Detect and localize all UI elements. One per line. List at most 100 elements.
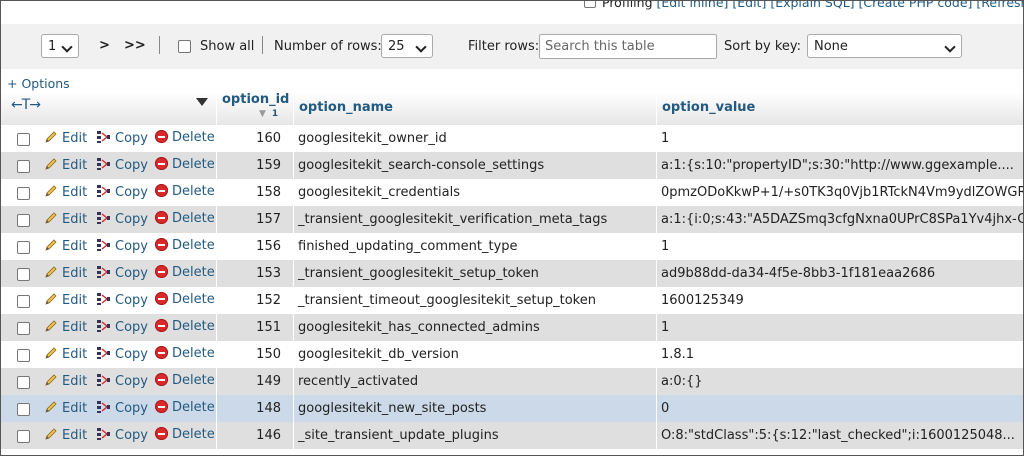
column-option-value-label[interactable]: option_value <box>662 100 755 115</box>
header-option-name[interactable]: option_name <box>293 92 657 125</box>
table-row[interactable]: Edit Copy Delete 156 finished_updating_c… <box>1 233 1023 260</box>
column-divider <box>656 368 657 395</box>
table-row[interactable]: Edit Copy Delete 153 _transient_googlesi… <box>1 260 1023 287</box>
row-delete-button[interactable]: Delete <box>155 130 215 145</box>
row-edit-label: Edit <box>62 401 88 416</box>
row-edit-button[interactable]: Edit <box>44 265 87 281</box>
row-edit-button[interactable]: Edit <box>44 184 87 200</box>
row-copy-button[interactable]: Copy <box>96 157 148 173</box>
table-row[interactable]: Edit Copy Delete 157 _transient_googlesi… <box>1 206 1023 233</box>
table-row[interactable]: Edit Copy Delete 149 recently_activated … <box>1 368 1023 395</box>
explain-sql-link[interactable]: [Explain SQL] <box>770 1 854 10</box>
row-delete-label: Delete <box>172 265 215 280</box>
profiling-checkbox[interactable] <box>584 1 596 8</box>
row-copy-label: Copy <box>115 185 148 200</box>
row-copy-button[interactable]: Copy <box>96 265 148 281</box>
row-delete-button[interactable]: Delete <box>155 238 215 253</box>
row-select-checkbox[interactable] <box>17 133 30 146</box>
table-row[interactable]: Edit Copy Delete 160 googlesitekit_owner… <box>1 125 1023 152</box>
cell-option-name: _transient_googlesitekit_setup_token <box>298 266 539 281</box>
row-copy-button[interactable]: Copy <box>96 400 148 416</box>
copy-icon <box>97 212 110 224</box>
row-select-checkbox[interactable] <box>17 268 30 281</box>
edit-inline-link[interactable]: [Edit inline] <box>657 1 729 10</box>
row-delete-button[interactable]: Delete <box>155 373 215 388</box>
row-edit-button[interactable]: Edit <box>44 130 87 146</box>
row-select-checkbox[interactable] <box>17 295 30 308</box>
row-select-checkbox[interactable] <box>17 403 30 416</box>
row-select-checkbox[interactable] <box>17 430 30 443</box>
row-select-checkbox[interactable] <box>17 160 30 173</box>
row-select-checkbox[interactable] <box>17 214 30 227</box>
row-delete-button[interactable]: Delete <box>155 400 215 415</box>
row-select-checkbox[interactable] <box>17 322 30 335</box>
row-edit-button[interactable]: Edit <box>44 211 87 227</box>
sort-by-key-select[interactable]: None <box>807 34 962 58</box>
filter-rows-input[interactable] <box>539 34 717 59</box>
column-divider <box>293 422 294 449</box>
header-option-value[interactable]: option_value <box>656 92 1023 125</box>
table-body: Edit Copy Delete 160 googlesitekit_owner… <box>1 125 1023 449</box>
column-divider <box>656 287 657 314</box>
next-page-button[interactable]: > <box>99 38 110 53</box>
row-copy-button[interactable]: Copy <box>96 373 148 389</box>
header-option-id[interactable]: option_id ▼ 1 <box>216 92 294 125</box>
row-delete-label: Delete <box>172 238 215 253</box>
row-delete-button[interactable]: Delete <box>155 157 215 172</box>
table-row[interactable]: Edit Copy Delete 152 _transient_timeout_… <box>1 287 1023 314</box>
row-edit-button[interactable]: Edit <box>44 427 87 443</box>
row-copy-button[interactable]: Copy <box>96 427 148 443</box>
create-php-code-link[interactable]: [Create PHP code] <box>859 1 973 10</box>
row-edit-button[interactable]: Edit <box>44 400 87 416</box>
page-select[interactable]: 1 <box>41 34 79 58</box>
full-texts-toggle-icon[interactable]: ←T→ <box>11 97 41 113</box>
delete-icon <box>155 211 168 224</box>
row-select-checkbox[interactable] <box>17 376 30 389</box>
row-delete-label: Delete <box>172 319 215 334</box>
cell-option-id: 160 <box>256 131 281 146</box>
last-page-button[interactable]: >> <box>124 38 146 53</box>
row-copy-button[interactable]: Copy <box>96 184 148 200</box>
table-row[interactable]: Edit Copy Delete 150 googlesitekit_db_ve… <box>1 341 1023 368</box>
row-edit-button[interactable]: Edit <box>44 238 87 254</box>
row-delete-button[interactable]: Delete <box>155 292 215 307</box>
column-divider <box>293 233 294 260</box>
row-delete-button[interactable]: Delete <box>155 211 215 226</box>
column-option-id-label[interactable]: option_id <box>222 92 289 107</box>
column-menu-triangle-icon[interactable] <box>196 98 208 106</box>
column-option-name-label[interactable]: option_name <box>299 100 393 115</box>
rows-per-page-select[interactable]: 25 <box>381 34 433 58</box>
row-delete-button[interactable]: Delete <box>155 265 215 280</box>
table-row[interactable]: Edit Copy Delete 158 googlesitekit_crede… <box>1 179 1023 206</box>
row-delete-button[interactable]: Delete <box>155 346 215 361</box>
edit-query-link[interactable]: [Edit] <box>732 1 766 10</box>
table-row[interactable]: Edit Copy Delete 146 _site_transient_upd… <box>1 422 1023 449</box>
row-select-checkbox[interactable] <box>17 349 30 362</box>
row-copy-button[interactable]: Copy <box>96 130 148 146</box>
row-select-checkbox[interactable] <box>17 187 30 200</box>
row-edit-button[interactable]: Edit <box>44 292 87 308</box>
row-delete-button[interactable]: Delete <box>155 319 215 334</box>
cell-option-name: _site_transient_update_plugins <box>298 428 499 443</box>
row-edit-button[interactable]: Edit <box>44 157 87 173</box>
table-row[interactable]: Edit Copy Delete 159 googlesitekit_searc… <box>1 152 1023 179</box>
row-copy-button[interactable]: Copy <box>96 346 148 362</box>
row-edit-button[interactable]: Edit <box>44 346 87 362</box>
show-all-checkbox[interactable] <box>178 40 191 53</box>
row-copy-button[interactable]: Copy <box>96 319 148 335</box>
row-copy-label: Copy <box>115 212 148 227</box>
row-delete-button[interactable]: Delete <box>155 184 215 199</box>
options-toggle-link[interactable]: + Options <box>7 76 70 91</box>
table-row[interactable]: Edit Copy Delete 148 googlesitekit_new_s… <box>1 395 1023 422</box>
table-row[interactable]: Edit Copy Delete 151 googlesitekit_has_c… <box>1 314 1023 341</box>
row-copy-button[interactable]: Copy <box>96 211 148 227</box>
row-edit-button[interactable]: Edit <box>44 373 87 389</box>
sort-indicator: ▼ 1 <box>259 109 279 119</box>
cell-option-value: a:1:{s:10:"propertyID";s:30:"http://www.… <box>661 158 1014 173</box>
row-delete-button[interactable]: Delete <box>155 427 215 442</box>
row-select-checkbox[interactable] <box>17 241 30 254</box>
row-copy-button[interactable]: Copy <box>96 292 148 308</box>
row-copy-button[interactable]: Copy <box>96 238 148 254</box>
row-edit-button[interactable]: Edit <box>44 319 87 335</box>
refresh-link[interactable]: [Refresh] <box>976 1 1023 10</box>
